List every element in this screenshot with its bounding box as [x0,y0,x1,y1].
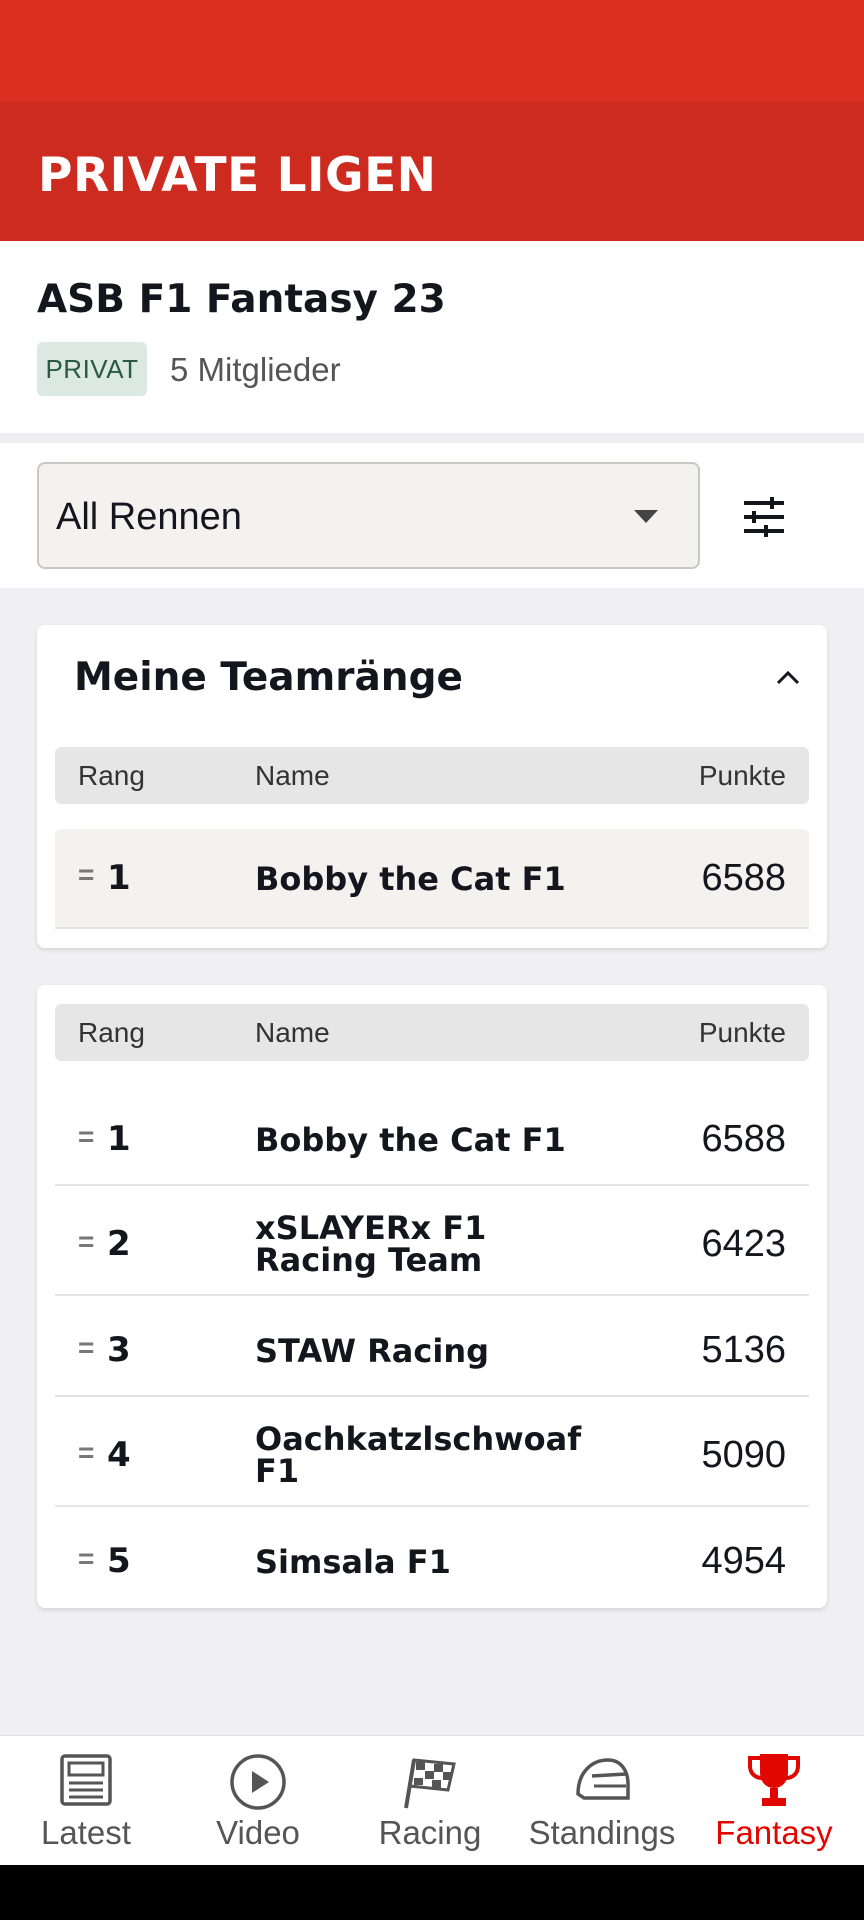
team-points: 5136 [701,1329,786,1371]
table-row[interactable]: = 1 Bobby the Cat F1 6588 [55,1085,809,1186]
rank-number: 3 [107,1330,131,1370]
team-name: STAW Racing [255,1332,490,1370]
section-divider [0,433,864,443]
league-table-card: Rang Name Punkte = 1 Bobby the Cat F1 65… [37,985,827,1608]
my-ranks-title: Meine Teamränge [74,655,463,700]
rank-change: = [78,1543,95,1574]
rank-change: = [78,1226,95,1257]
col-name: Name [255,1017,330,1048]
team-name: xSLAYERx F1 Racing Team [255,1209,487,1279]
table-row[interactable]: = 2 xSLAYERx F1 Racing Team 6423 [55,1186,809,1296]
nav-label: Standings [528,1814,676,1851]
race-select[interactable]: All Rennen [37,462,700,569]
table-row[interactable]: = 3 STAW Racing 5136 [55,1296,809,1397]
nav-label: Latest [41,1814,131,1851]
table-row[interactable]: = 1 Bobby the Cat F1 6588 [55,829,809,929]
team-name: Bobby the Cat F1 [255,1121,566,1159]
nav-standings[interactable]: Standings [516,1736,688,1866]
play-icon [230,1754,286,1810]
col-points: Punkte [698,1017,786,1048]
team-points: 4954 [701,1540,786,1582]
team-name: Oachkatzlschwoaf F1 [255,1420,582,1490]
team-points: 5090 [701,1434,786,1476]
rank-change: = [78,859,95,890]
status-bar [0,0,864,102]
nav-label: Racing [378,1814,482,1851]
rank-change: = [78,1121,95,1152]
col-rank: Rang [78,760,145,791]
caret-down-icon [634,510,658,523]
nav-label: Fantasy [715,1814,833,1851]
rank-number: 2 [107,1224,131,1264]
trophy-icon [748,1754,800,1806]
rank-change: = [78,1437,95,1468]
col-name: Name [255,760,330,791]
helmet-icon [576,1758,630,1800]
col-points: Punkte [698,760,786,791]
team-name: Bobby the Cat F1 [255,860,566,898]
league-name: ASB F1 Fantasy 23 [37,277,446,322]
filter-bar: All Rennen [0,443,864,588]
chevron-up-icon[interactable] [774,667,802,687]
nav-label: Video [216,1814,300,1851]
app-header: PRIVATE LIGEN [0,102,864,241]
nav-racing[interactable]: Racing [344,1736,516,1866]
race-select-value: All Rennen [56,496,242,538]
page-title: PRIVATE LIGEN [38,148,437,203]
bottom-nav: Latest Video Racing Standings Fantasy [0,1735,864,1865]
member-count: 5 Mitglieder [170,351,341,388]
rank-number: 1 [107,1119,131,1159]
system-nav-bar [0,1865,864,1920]
newspaper-icon [60,1754,112,1806]
nav-video[interactable]: Video [172,1736,344,1866]
team-points: 6588 [701,857,786,899]
table-row[interactable]: = 4 Oachkatzlschwoaf F1 5090 [55,1397,809,1507]
checkered-flag-icon [404,1758,456,1809]
col-rank: Rang [78,1017,145,1048]
table-header: Rang Name Punkte [55,1004,809,1061]
sliders-icon[interactable] [740,497,788,537]
table-row[interactable]: = 5 Simsala F1 4954 [55,1507,809,1608]
table-header: Rang Name Punkte [55,747,809,804]
nav-fantasy[interactable]: Fantasy [688,1736,860,1866]
rank-change: = [78,1332,95,1363]
rank-number: 1 [107,858,131,898]
my-ranks-card: Meine Teamränge Rang Name Punkte = 1 Bob… [37,625,827,948]
rank-number: 4 [107,1435,131,1475]
nav-latest[interactable]: Latest [0,1736,172,1866]
rank-number: 5 [107,1541,131,1581]
league-info: ASB F1 Fantasy 23 PRIVAT 5 Mitglieder [0,241,864,433]
privacy-badge: PRIVAT [37,342,147,396]
team-points: 6423 [701,1223,786,1265]
team-points: 6588 [701,1118,786,1160]
team-name: Simsala F1 [255,1543,451,1581]
